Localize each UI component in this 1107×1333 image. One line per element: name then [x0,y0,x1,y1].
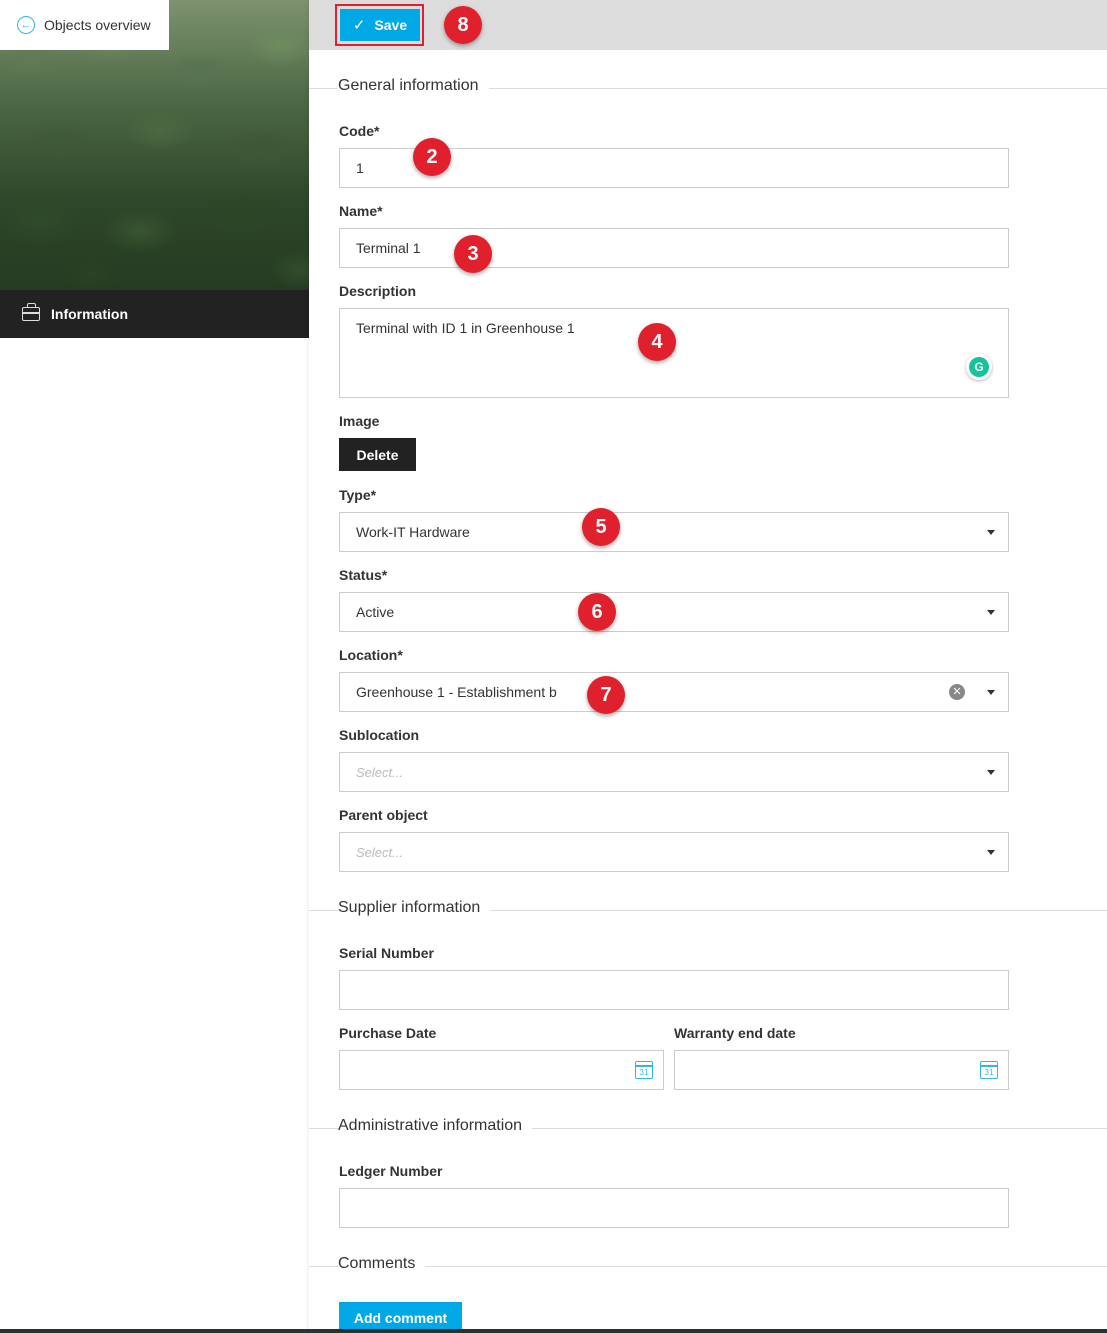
warranty-end-date-label: Warranty end date [674,1025,796,1041]
type-select[interactable]: Work-IT Hardware [339,512,1009,552]
location-value: Greenhouse 1 - Establishment b [356,684,557,700]
description-value: Terminal with ID 1 in Greenhouse 1 [356,320,575,336]
section-title-supplier: Supplier information [338,899,491,917]
warranty-end-date-input[interactable]: 31 [674,1050,1009,1090]
objects-overview-link[interactable]: ← Objects overview [0,0,169,50]
section-divider [309,1266,1107,1267]
purchase-date-label: Purchase Date [339,1025,437,1041]
name-value: Terminal 1 [356,240,421,256]
location-select[interactable]: Greenhouse 1 - Establishment b ✕ [339,672,1009,712]
status-label: Status* [339,567,388,583]
type-value: Work-IT Hardware [356,524,470,540]
marker-5: 5 [582,508,620,546]
name-input[interactable]: Terminal 1 [339,228,1009,268]
parent-object-select[interactable]: Select... [339,832,1009,872]
save-button-label: Save [374,17,408,33]
chevron-down-icon [987,850,995,855]
delete-image-button[interactable]: Delete [339,438,416,471]
code-value: 1 [356,160,364,176]
calendar-icon[interactable]: 31 [635,1061,653,1079]
chevron-down-icon [987,690,995,695]
code-label: Code* [339,123,380,139]
serial-number-label: Serial Number [339,945,434,961]
ledger-number-input[interactable] [339,1188,1009,1228]
description-label: Description [339,283,417,299]
marker-6: 6 [578,593,616,631]
name-label: Name* [339,203,383,219]
sublocation-select[interactable]: Select... [339,752,1009,792]
status-select[interactable]: Active [339,592,1009,632]
section-title-comments: Comments [338,1255,426,1273]
serial-number-input[interactable] [339,970,1009,1010]
check-icon: ✓ [352,17,366,34]
image-label: Image [339,413,380,429]
section-title-general: General information [338,77,489,95]
calendar-icon[interactable]: 31 [980,1061,998,1079]
chevron-down-icon [987,610,995,615]
marker-3: 3 [454,235,492,273]
status-value: Active [356,604,395,620]
chevron-down-icon [987,530,995,535]
description-textarea[interactable]: Terminal with ID 1 in Greenhouse 1 G [339,308,1009,398]
clear-icon[interactable]: ✕ [949,684,965,700]
marker-4: 4 [638,323,676,361]
parent-object-placeholder: Select... [356,844,403,860]
left-panel: ← Objects overview Information [0,0,309,1333]
tab-information-label: Information [51,306,128,322]
sublocation-label: Sublocation [339,727,420,743]
back-arrow-icon: ← [17,16,35,34]
bottom-strip [0,1329,1107,1333]
save-button[interactable]: ✓ Save [340,9,420,41]
purchase-date-input[interactable]: 31 [339,1050,664,1090]
section-title-administrative: Administrative information [338,1117,533,1135]
grammarly-icon[interactable]: G [966,354,992,380]
type-label: Type* [339,487,377,503]
marker-7: 7 [587,676,625,714]
briefcase-icon [22,303,40,321]
chevron-down-icon [987,770,995,775]
toolbar: ✓ Save [309,0,1107,50]
back-link-label: Objects overview [44,17,151,33]
tab-information[interactable]: Information [0,290,309,338]
marker-8: 8 [444,6,482,44]
marker-2: 2 [413,138,451,176]
location-label: Location* [339,647,403,663]
main-content: ✓ Save 8 General information Code* 1 2 N… [309,0,1107,1333]
sublocation-placeholder: Select... [356,764,403,780]
ledger-number-label: Ledger Number [339,1163,443,1179]
parent-object-label: Parent object [339,807,428,823]
